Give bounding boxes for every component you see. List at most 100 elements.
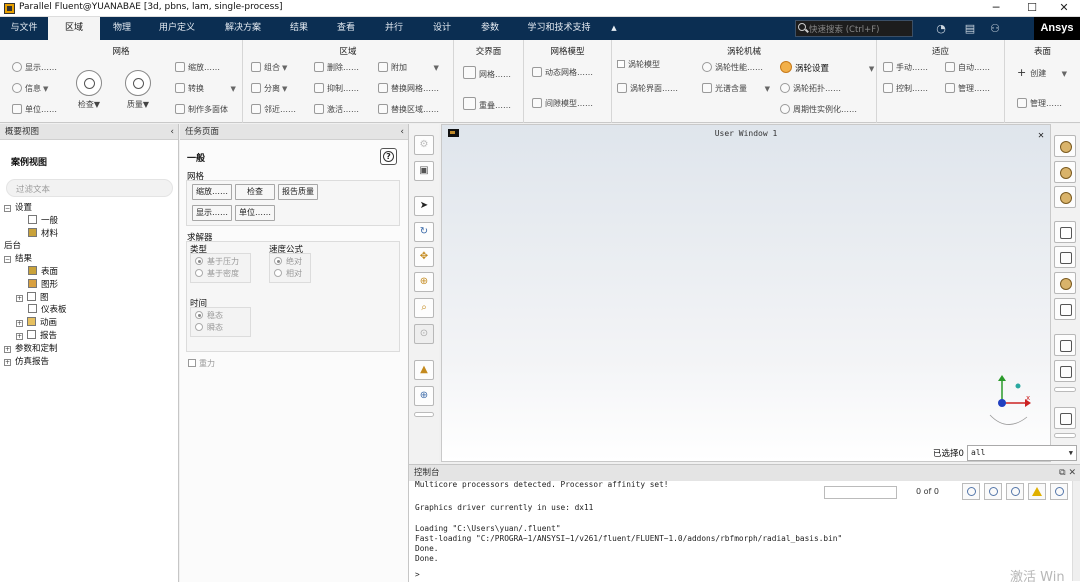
fit-view-icon[interactable]: ▲ bbox=[414, 360, 434, 380]
absolute-radio[interactable]: 绝对 bbox=[274, 256, 302, 267]
make-polyhedra-button[interactable]: 制作多面体 bbox=[175, 103, 228, 117]
minimize-button[interactable]: ─ bbox=[978, 0, 1014, 17]
filter-text-input[interactable]: 过滤文本 bbox=[6, 179, 173, 197]
console-maximize-icon[interactable]: ⧉ ✕ bbox=[1059, 465, 1076, 481]
tree-item[interactable]: + 报告 bbox=[16, 330, 57, 342]
window-layout-icon[interactable]: ▣ bbox=[414, 161, 434, 181]
menu-parallel[interactable]: 并行 bbox=[370, 17, 418, 40]
tree-item[interactable]: + 参数和定制 bbox=[4, 343, 58, 355]
tree-item[interactable]: − 设置 bbox=[4, 202, 32, 214]
find-next-icon[interactable] bbox=[1006, 483, 1024, 500]
tree-item[interactable]: 后台 bbox=[4, 240, 21, 252]
find-icon[interactable] bbox=[962, 483, 980, 500]
menu-solution[interactable]: 解决方案 bbox=[210, 17, 276, 40]
tree-item[interactable]: + 仿真报告 bbox=[4, 356, 49, 368]
collapse-left-icon[interactable]: ‹ bbox=[400, 124, 404, 140]
zone-delete-button[interactable]: 删除…… bbox=[314, 61, 359, 75]
zoom-box-icon[interactable]: ⊕ bbox=[414, 272, 434, 292]
tree-expand-icon[interactable]: + bbox=[16, 320, 23, 328]
menu-view[interactable]: 查看 bbox=[322, 17, 370, 40]
gravity-checkbox[interactable]: 重力 bbox=[188, 358, 215, 369]
tree-item[interactable]: 一般 bbox=[28, 214, 58, 227]
adapt-automatic-button[interactable]: 自动…… bbox=[945, 61, 990, 75]
warning-icon[interactable] bbox=[1028, 483, 1046, 500]
menu-file[interactable]: 与文件 bbox=[0, 17, 48, 40]
menu-user-defined[interactable]: 用户定义 bbox=[144, 17, 210, 40]
check-button[interactable]: 检查 bbox=[235, 184, 275, 200]
replace-mesh-button[interactable]: 替换网格…… bbox=[378, 82, 439, 96]
report-quality-button[interactable]: 报告质量 bbox=[278, 184, 318, 200]
interface-mesh-button[interactable]: 网格…… bbox=[463, 66, 511, 80]
view-iso-icon[interactable] bbox=[1054, 161, 1076, 183]
adapt-control-button[interactable]: 控制…… bbox=[883, 82, 928, 96]
view-back-icon[interactable] bbox=[1054, 186, 1076, 208]
adapt-manage-button[interactable]: 管理…… bbox=[945, 82, 990, 96]
tree-item[interactable]: 材料 bbox=[28, 227, 58, 240]
tree-collapse-icon[interactable]: − bbox=[4, 205, 11, 212]
find-prev-icon[interactable] bbox=[984, 483, 1002, 500]
turbo-topology-button[interactable]: 涡轮拓扑…… bbox=[780, 82, 841, 96]
tree-expand-icon[interactable]: + bbox=[16, 294, 23, 302]
menu-parameters[interactable]: 参数 bbox=[466, 17, 514, 40]
gear-icon[interactable]: ⚙ bbox=[414, 135, 434, 155]
mesh-units-button[interactable]: 单位…… bbox=[12, 103, 57, 117]
scale-button[interactable]: 缩放…… bbox=[192, 184, 232, 200]
display-button[interactable]: 显示…… bbox=[192, 205, 232, 221]
tree-expand-icon[interactable]: + bbox=[16, 333, 23, 340]
zone-adjacency-button[interactable]: 邻近…… bbox=[251, 103, 296, 117]
replace-zone-button[interactable]: 替换区域…… bbox=[378, 103, 439, 117]
zone-deactivate-button[interactable]: 抑制…… bbox=[314, 82, 359, 96]
help-button[interactable]: ? bbox=[380, 148, 397, 165]
menu-design[interactable]: 设计 bbox=[418, 17, 466, 40]
surface-manage-button[interactable]: 管理…… bbox=[1017, 97, 1062, 111]
console-scrollbar[interactable] bbox=[1072, 481, 1080, 581]
mesh-info-button[interactable]: 信息 ▼ bbox=[12, 82, 48, 96]
toolbar-more-icon[interactable] bbox=[414, 412, 434, 417]
zone-append-button[interactable]: 附加 ▼ bbox=[378, 61, 439, 75]
zone-combine-button[interactable]: 组合 ▼ bbox=[251, 61, 287, 75]
tree-collapse-icon[interactable]: − bbox=[4, 256, 11, 264]
tree-item[interactable]: + 图 bbox=[16, 291, 49, 304]
overset-button[interactable]: 重叠…… bbox=[463, 97, 511, 111]
pan-icon[interactable]: ✥ bbox=[414, 247, 434, 267]
tree-item[interactable]: − 结果 bbox=[4, 253, 32, 265]
turbo-setup-button[interactable]: 涡轮设置 ▼ bbox=[780, 61, 874, 75]
zone-separate-button[interactable]: 分离 ▼ bbox=[251, 82, 287, 96]
periodic-instancing-button[interactable]: 周期性实例化…… bbox=[780, 103, 857, 117]
quick-search-input[interactable]: 快速搜索 (Ctrl+F) bbox=[795, 20, 913, 37]
mesh-scale-button[interactable]: 缩放…… bbox=[175, 61, 220, 75]
mesh-check-button[interactable]: 检查▼ bbox=[69, 70, 109, 110]
turbo-performance-button[interactable]: 涡轮性能…… bbox=[702, 61, 763, 75]
dynamic-mesh-button[interactable]: 动态网格…… bbox=[532, 66, 593, 80]
undo-view-icon[interactable] bbox=[1054, 298, 1076, 320]
menu-physics[interactable]: 物理 bbox=[100, 17, 144, 40]
menu-learning-support[interactable]: 学习和技术支持 bbox=[514, 17, 604, 40]
clock-icon[interactable] bbox=[1050, 483, 1068, 500]
user-icon[interactable]: ⚇ bbox=[987, 21, 1003, 36]
close-window-button[interactable]: ✕ bbox=[1046, 0, 1080, 17]
units-button[interactable]: 单位…… bbox=[235, 205, 275, 221]
camera-icon[interactable] bbox=[1054, 272, 1076, 294]
mesh-transform-button[interactable]: 转换 ▼ bbox=[175, 82, 236, 96]
adapt-manual-button[interactable]: 手动…… bbox=[883, 61, 928, 75]
menu-results[interactable]: 结果 bbox=[276, 17, 322, 40]
zoom-icon[interactable]: ⌕ bbox=[414, 298, 434, 318]
surface-create-button[interactable]: + 创建 ▼ bbox=[1017, 66, 1067, 80]
turbo-model-checkbox[interactable]: 涡轮模型 bbox=[617, 58, 660, 72]
tree-item[interactable]: 图形 bbox=[28, 278, 58, 291]
console-prompt[interactable]: > bbox=[415, 570, 420, 580]
zoom-fit-icon[interactable]: ⊕ bbox=[414, 386, 434, 406]
spectral-content-button[interactable]: 光谱含量 ▼ bbox=[702, 82, 770, 96]
tree-item[interactable]: + 动画 bbox=[16, 317, 57, 329]
gap-model-button[interactable]: 间隙模型…… bbox=[532, 97, 593, 111]
selection-dropdown[interactable]: all bbox=[967, 445, 1077, 461]
console-find-input[interactable] bbox=[824, 486, 897, 499]
axes-icon[interactable] bbox=[1054, 334, 1076, 356]
pressure-based-radio[interactable]: 基于压力 bbox=[195, 256, 239, 267]
ribbon-collapse-icon[interactable]: ▲ bbox=[604, 17, 624, 40]
tree-item[interactable]: 仪表板 bbox=[28, 304, 67, 316]
view-front-icon[interactable] bbox=[1054, 135, 1076, 157]
relative-radio[interactable]: 相对 bbox=[274, 268, 302, 279]
steady-radio[interactable]: 稳态 bbox=[195, 310, 223, 321]
ruler-icon[interactable] bbox=[1054, 360, 1076, 382]
